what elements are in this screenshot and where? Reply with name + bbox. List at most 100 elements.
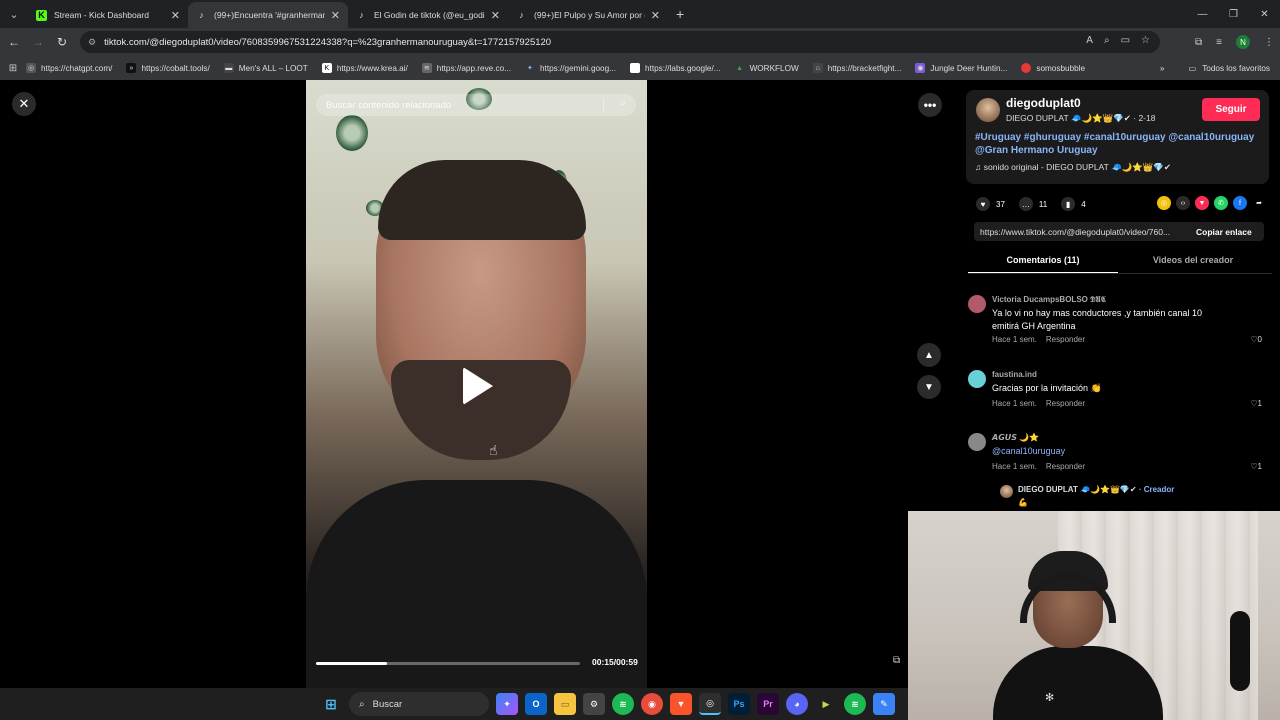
media-player-icon[interactable]: ▶ — [815, 693, 837, 715]
minimize-icon[interactable]: — — [1187, 9, 1218, 20]
related-search-input[interactable]: Buscar contenido relacionado ⌕ — [316, 94, 636, 116]
close-tab-icon[interactable]: ✕ — [651, 9, 660, 22]
bookmark-labs[interactable]: https://labs.google/... — [630, 63, 721, 73]
tab-search-icon[interactable]: ⌄ — [0, 0, 28, 28]
embed-icon[interactable]: ‹› — [1176, 196, 1190, 210]
browser-tab-kick[interactable]: K Stream - Kick Dashboard ✕ — [28, 2, 188, 28]
outlook-icon[interactable]: O — [525, 693, 547, 715]
reload-icon[interactable]: ↻ — [50, 35, 74, 49]
share-arrow-icon[interactable]: ➦ — [1252, 196, 1266, 210]
video-link-text[interactable]: https://www.tiktok.com/@diegoduplat0/vid… — [974, 227, 1184, 237]
send-icon[interactable]: ▼ — [1195, 196, 1209, 210]
close-tab-icon[interactable]: ✕ — [491, 9, 500, 22]
discord-icon[interactable]: ◕ — [786, 693, 808, 715]
commenter-avatar[interactable] — [968, 295, 986, 313]
bookmark-somosbubble[interactable]: somosbubble — [1021, 63, 1085, 73]
file-explorer-icon[interactable]: ▭ — [554, 693, 576, 715]
comment-button[interactable]: … 11 — [1018, 197, 1047, 211]
whatsapp-icon[interactable]: ✆ — [1214, 196, 1228, 210]
bookmark-chatgpt[interactable]: ◎ https://chatgpt.com/ — [26, 63, 112, 73]
app-icon[interactable]: ✎ — [873, 693, 895, 715]
premiere-icon[interactable]: Pr — [757, 693, 779, 715]
taskbar-search[interactable]: ⌕ Buscar — [349, 692, 489, 716]
bookmark-star-icon[interactable]: ☆ — [1141, 35, 1150, 46]
copilot-icon[interactable]: ✦ — [496, 693, 518, 715]
reading-list-icon[interactable]: ≡ — [1216, 37, 1222, 48]
tab-comments[interactable]: Comentarios (11) — [968, 250, 1118, 273]
video-subject-hair — [378, 160, 586, 240]
copy-link-button[interactable]: Copiar enlace — [1196, 227, 1252, 237]
bookmark-jungle[interactable]: ◉ Jungle Deer Huntin... — [915, 63, 1007, 73]
extensions-icon[interactable]: ⧉ — [1195, 37, 1202, 48]
bookmark-gemini[interactable]: ✦ https://gemini.goog... — [525, 63, 616, 73]
photoshop-icon[interactable]: Ps — [728, 693, 750, 715]
new-tab-icon[interactable]: + — [676, 6, 684, 22]
creator-reply-avatar[interactable] — [1000, 485, 1013, 498]
browser-tab-tiktok-active[interactable]: ♪ (99+)Encuentra '#granhermanouruguay' ✕ — [188, 2, 348, 28]
bookmark-loot[interactable]: ▬ Men's ALL – LOOT — [223, 63, 308, 73]
picture-in-picture-icon[interactable]: ⧉ — [893, 655, 900, 666]
comment-text[interactable]: @canal10uruguay — [992, 445, 1222, 458]
apps-grid-icon[interactable]: ⊞ — [0, 63, 26, 74]
settings-icon[interactable]: ⚙ — [583, 693, 605, 715]
chrome-icon[interactable]: ◎ — [699, 693, 721, 715]
more-options-button[interactable]: ••• — [918, 93, 942, 117]
reply-button[interactable]: Responder — [1046, 399, 1085, 408]
close-video-button[interactable]: ✕ — [12, 92, 36, 116]
more-bookmarks-icon[interactable]: » — [1160, 64, 1165, 73]
comment-like-button[interactable]: ♡0 — [1250, 335, 1262, 344]
restore-icon[interactable]: ❐ — [1218, 9, 1249, 20]
previous-video-button[interactable]: ▲ — [917, 343, 941, 367]
bookmark-reve[interactable]: ≋ https://app.reve.co... — [421, 63, 511, 73]
save-button[interactable]: ▮ 4 — [1061, 197, 1086, 211]
creator-reply-name[interactable]: DIEGO DUPLAT 🧢🌙⭐👑💎✔ — [1018, 485, 1137, 494]
bookmark-krea[interactable]: Khttps://www.krea.ai/ — [321, 63, 408, 73]
all-bookmarks-link[interactable]: Todos los favoritos — [1202, 64, 1270, 73]
forward-icon[interactable]: → — [26, 35, 50, 49]
bookmark-workflow[interactable]: ▲ WORKFLOW — [735, 63, 799, 73]
menu-icon[interactable]: ⋮ — [1264, 37, 1274, 48]
commenter-avatar[interactable] — [968, 433, 986, 451]
creator-avatar[interactable] — [976, 98, 1000, 122]
like-button[interactable]: ♥ 37 — [976, 197, 1005, 211]
commenter-avatar[interactable] — [968, 370, 986, 388]
video-progress-bar[interactable] — [316, 662, 580, 665]
comment-like-button[interactable]: ♡1 — [1250, 399, 1262, 408]
commenter-name[interactable]: Victoria DucampsBOLSO 𝕯𝖀𝕮 — [992, 295, 1106, 305]
spotify-icon[interactable]: ≋ — [844, 693, 866, 715]
windows-start-icon[interactable]: ⊞ — [320, 693, 342, 715]
site-info-icon[interactable]: ⚙ — [88, 37, 96, 48]
reply-button[interactable]: Responder — [1046, 335, 1085, 344]
translate-icon[interactable]: A — [1086, 35, 1093, 46]
browser-tab-pulpo[interactable]: ♪ (99+)El Pulpo y Su Amor por el ✕ — [508, 2, 668, 28]
cast-icon[interactable]: ▭ — [1121, 35, 1130, 46]
reply-button[interactable]: Responder — [1046, 462, 1085, 471]
spotify-icon[interactable]: ≋ — [612, 693, 634, 715]
back-icon[interactable]: ← — [2, 35, 26, 49]
bookmark-bracket[interactable]: ⌂ https://bracketfight... — [812, 63, 901, 73]
commenter-name[interactable]: faustina.ind — [992, 370, 1037, 379]
close-tab-icon[interactable]: ✕ — [331, 9, 340, 22]
creator-username[interactable]: diegoduplat0 — [1006, 96, 1081, 110]
next-video-button[interactable]: ▼ — [917, 375, 941, 399]
play-icon[interactable] — [463, 367, 493, 405]
search-icon[interactable]: ⌕ — [620, 98, 626, 109]
brave-icon[interactable]: ▼ — [670, 693, 692, 715]
browser-tab-godin[interactable]: ♪ El Godin de tiktok (@eu_godin) ✕ — [348, 2, 508, 28]
close-tab-icon[interactable]: ✕ — [171, 9, 180, 22]
facebook-icon[interactable]: f — [1233, 196, 1247, 210]
app-icon[interactable]: ◉ — [641, 693, 663, 715]
profile-avatar[interactable]: N — [1236, 35, 1250, 49]
commenter-name[interactable]: 𝘼𝙂𝙐𝙎 🌙⭐ — [992, 433, 1039, 442]
close-window-icon[interactable]: ✕ — [1249, 9, 1280, 20]
video-hashtags[interactable]: #Uruguay #ghuruguay #canal10uruguay @can… — [975, 131, 1260, 157]
zoom-icon[interactable]: ⌕ — [1104, 35, 1110, 46]
follow-button[interactable]: Seguir — [1202, 98, 1260, 121]
tab-creator-videos[interactable]: Videos del creador — [1118, 250, 1268, 273]
repost-icon[interactable]: ◎ — [1157, 196, 1171, 210]
video-player[interactable]: Buscar contenido relacionado ⌕ ☝ 00:15/0… — [306, 80, 647, 688]
comment-like-button[interactable]: ♡1 — [1250, 462, 1262, 471]
sound-row[interactable]: ♫ sonido original - DIEGO DUPLAT 🧢🌙⭐👑💎✔ — [975, 162, 1171, 173]
bookmark-cobalt[interactable]: » https://cobalt.tools/ — [126, 63, 210, 73]
url-field[interactable]: ⚙ tiktok.com/@diegoduplat0/video/7608359… — [80, 31, 1160, 53]
